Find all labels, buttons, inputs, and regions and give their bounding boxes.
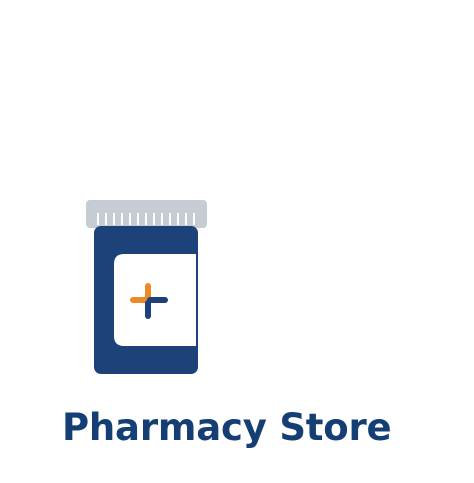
brand-name: Pharmacy Store	[62, 406, 392, 449]
